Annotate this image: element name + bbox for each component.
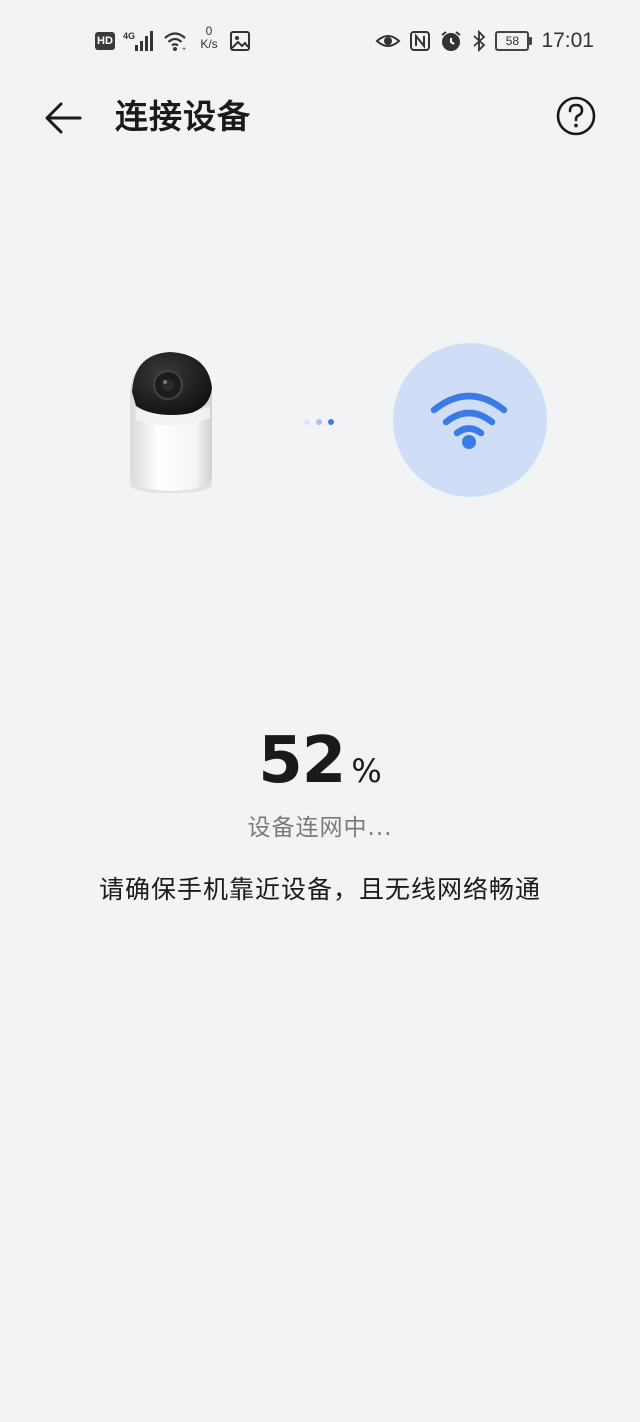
progress-display: 52% (0, 724, 640, 798)
connection-status-text: 设备连网中... (247, 815, 393, 841)
progress-value: 52 (258, 724, 346, 798)
arrow-left-icon (45, 102, 82, 134)
connecting-dot (304, 419, 310, 425)
image-notification-icon (230, 31, 250, 51)
progress-unit: % (351, 752, 382, 790)
wifi-icon (430, 392, 508, 449)
question-circle-icon (556, 96, 596, 136)
nfc-icon (410, 31, 431, 51)
svg-text:+: + (182, 46, 186, 52)
clock: 17:01 (541, 29, 594, 52)
help-button[interactable] (555, 95, 597, 137)
connecting-dot (316, 419, 322, 425)
eye-comfort-icon (375, 35, 401, 47)
status-bar-right: 58 17:01 (375, 28, 594, 54)
net-speed-unit: K/s (200, 37, 218, 51)
signal-label: 4G (123, 31, 135, 41)
net-speed: 0 K/s (197, 25, 221, 51)
connection-hint-text: 请确保手机靠近设备，且无线网络畅通 (98, 875, 541, 904)
battery-indicator: 58 (495, 31, 533, 51)
back-button[interactable] (42, 96, 86, 140)
status-bar-left: HD 4G + 0 K/s (95, 25, 251, 54)
connecting-dots (304, 419, 334, 425)
security-camera-image (130, 352, 212, 493)
cellular-signal-icon: 4G (123, 31, 153, 51)
page-title: 连接设备 (115, 97, 251, 136)
wifi-status-icon: + (164, 32, 186, 52)
connecting-dot (328, 419, 334, 425)
hd-badge: HD (95, 32, 115, 50)
bluetooth-icon (473, 30, 486, 52)
status-bar: HD 4G + 0 K/s 58 17:01 (0, 0, 640, 82)
alarm-icon (441, 31, 462, 51)
